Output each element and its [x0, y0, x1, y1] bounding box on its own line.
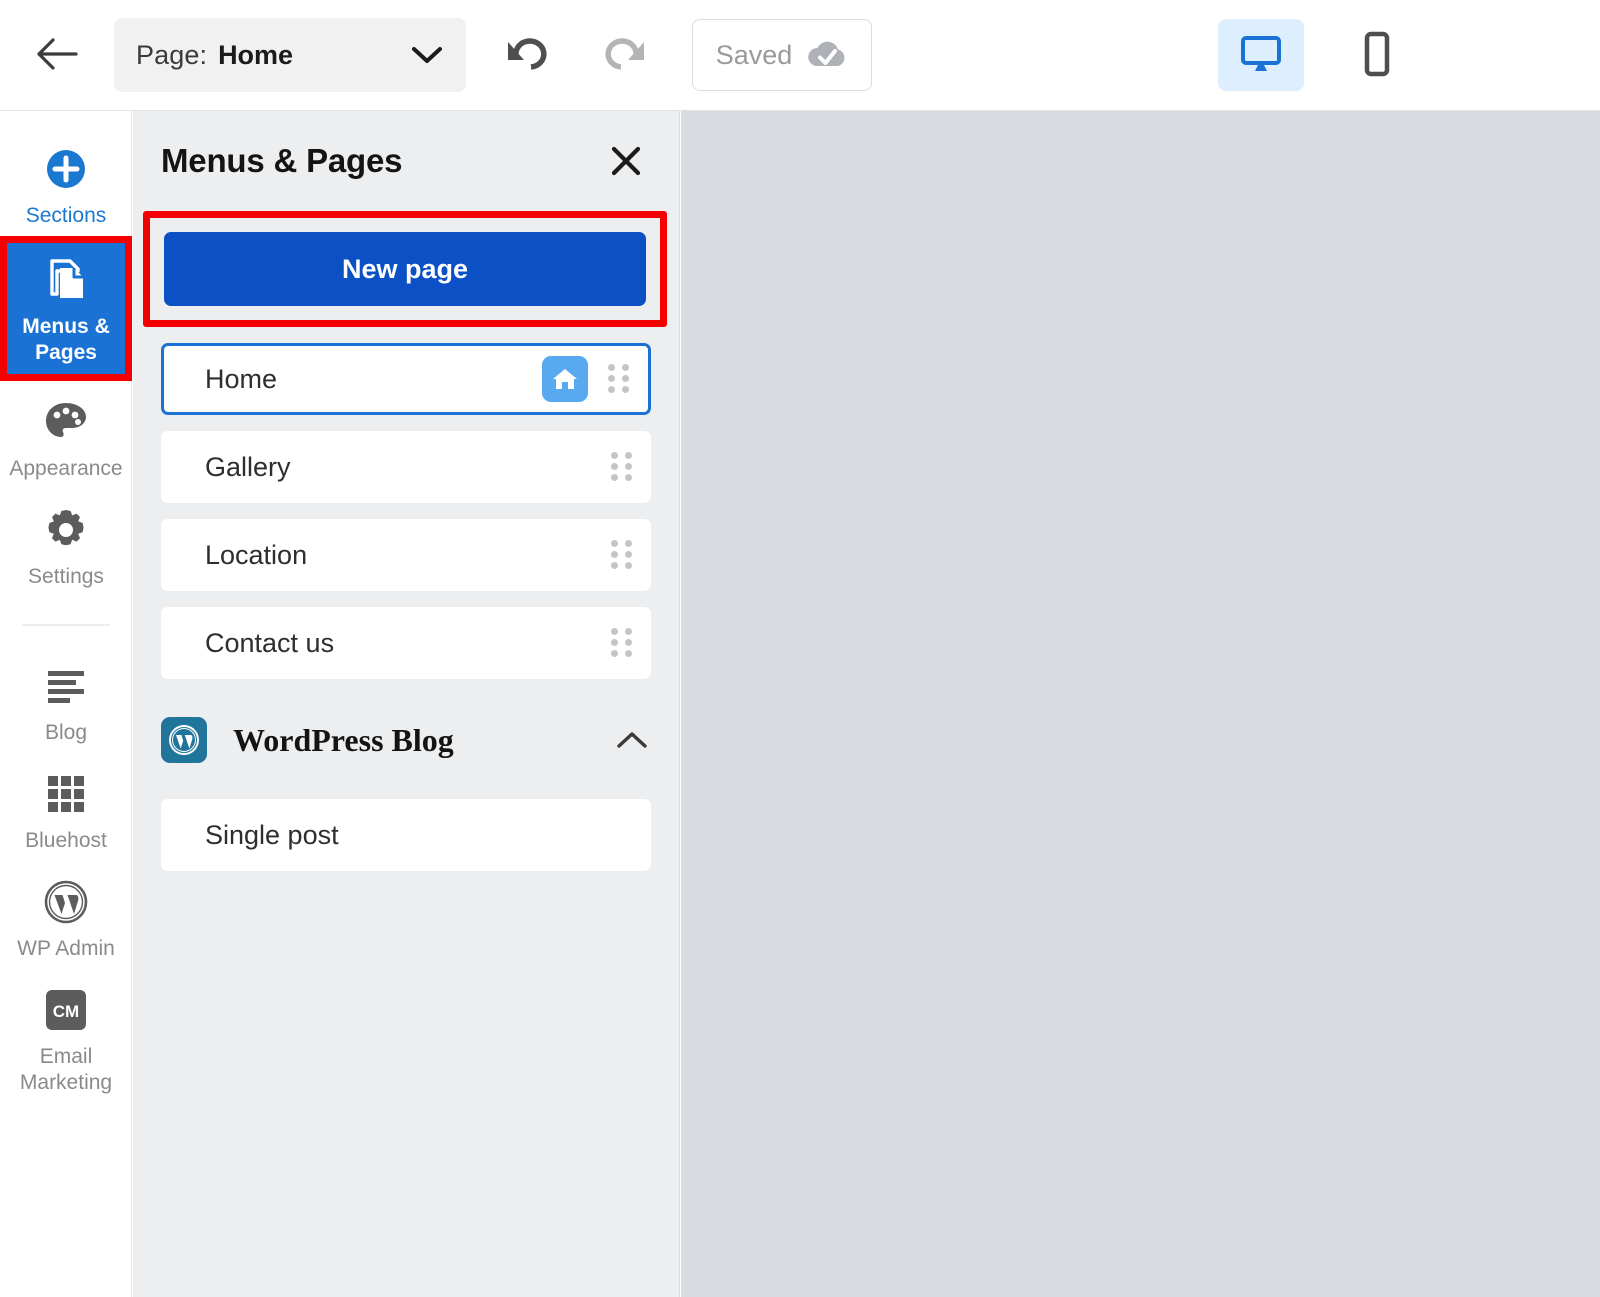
page-row-label: Home	[205, 364, 277, 395]
plus-circle-icon	[42, 141, 90, 197]
redo-button[interactable]	[594, 24, 656, 86]
wordpress-blog-items: Single post	[133, 783, 679, 871]
mobile-icon	[1361, 31, 1393, 80]
page-row-actions	[609, 628, 635, 658]
sidebar-item-appearance[interactable]: Appearance	[0, 384, 132, 492]
close-icon[interactable]	[605, 140, 647, 182]
list-item[interactable]: Gallery	[161, 431, 651, 503]
palette-icon	[42, 394, 90, 450]
device-preview-switch	[1218, 19, 1420, 91]
sidebar-item-sections[interactable]: Sections	[0, 131, 132, 239]
mobile-view-button[interactable]	[1334, 19, 1420, 91]
annotation-box-menus-pages: Menus & Pages	[0, 236, 132, 381]
undo-button[interactable]	[496, 24, 558, 86]
page-selector[interactable]: Page: Home	[114, 18, 466, 92]
back-button[interactable]	[26, 24, 88, 86]
page-row-actions	[609, 540, 635, 570]
wordpress-icon	[42, 874, 90, 930]
grid-squares-icon	[44, 766, 88, 822]
preview-canvas[interactable]	[681, 111, 1600, 1297]
cm-badge-icon: CM	[42, 982, 90, 1038]
menus-and-pages-panel: Menus & Pages New page Home	[133, 111, 680, 1297]
sidebar-item-label: Blog	[45, 720, 87, 746]
sidebar-item-menus-pages[interactable]: Menus & Pages	[7, 243, 125, 374]
page-row-label: Single post	[205, 820, 339, 851]
chevron-up-icon[interactable]	[615, 729, 649, 751]
sidebar-item-label: Settings	[28, 564, 104, 590]
page-selector-value: Home	[218, 40, 293, 71]
home-icon[interactable]	[542, 356, 588, 402]
arrow-left-icon	[35, 35, 79, 76]
panel-header: Menus & Pages	[133, 111, 679, 211]
page-row-label: Location	[205, 540, 307, 571]
sidebar-item-wp-admin[interactable]: WP Admin	[0, 864, 132, 972]
saved-label: Saved	[716, 40, 793, 71]
page-row-label: Gallery	[205, 452, 291, 483]
sidebar-item-bluehost[interactable]: Bluehost	[0, 756, 132, 864]
sidebar-item-label: Appearance	[9, 456, 122, 482]
pages-icon	[40, 252, 92, 308]
page-title: Menus & Pages	[161, 142, 402, 180]
cloud-check-icon	[806, 38, 848, 73]
sidebar-item-label: Email Marketing	[4, 1044, 128, 1096]
list-item[interactable]: Location	[161, 519, 651, 591]
drag-handle-icon[interactable]	[609, 540, 635, 570]
wordpress-icon	[161, 717, 207, 763]
wordpress-blog-group-header[interactable]: WordPress Blog	[133, 695, 679, 783]
list-item[interactable]: Contact us	[161, 607, 651, 679]
new-page-button[interactable]: New page	[164, 232, 646, 306]
redo-icon	[602, 34, 648, 77]
svg-text:CM: CM	[53, 1002, 79, 1021]
sidebar-item-label: Menus & Pages	[7, 314, 125, 366]
desktop-view-button[interactable]	[1218, 19, 1304, 91]
sidebar-item-settings[interactable]: Settings	[0, 492, 132, 600]
drag-handle-icon[interactable]	[609, 628, 635, 658]
drag-handle-icon[interactable]	[606, 364, 632, 394]
list-item[interactable]: Home	[161, 343, 651, 415]
page-list: Home Gallery Location	[133, 327, 679, 679]
sidebar-item-label: Bluehost	[25, 828, 107, 854]
page-row-label: Contact us	[205, 628, 334, 659]
gear-icon	[43, 502, 89, 558]
sidebar-item-email-marketing[interactable]: CM Email Marketing	[0, 972, 132, 1106]
rail-divider	[22, 624, 110, 626]
desktop-icon	[1238, 33, 1284, 78]
page-row-actions	[542, 356, 632, 402]
undo-icon	[504, 34, 550, 77]
wordpress-blog-group-title: WordPress Blog	[233, 722, 454, 759]
list-item[interactable]: Single post	[161, 799, 651, 871]
page-row-actions	[609, 452, 635, 482]
drag-handle-icon[interactable]	[609, 452, 635, 482]
list-lines-icon	[43, 658, 89, 714]
annotation-box-new-page: New page	[143, 211, 667, 327]
sidebar-item-label: Sections	[26, 203, 107, 229]
chevron-down-icon	[410, 44, 444, 66]
sidebar-item-blog[interactable]: Blog	[0, 648, 132, 756]
sidebar-item-label: WP Admin	[17, 936, 115, 962]
top-toolbar: Page: Home Saved	[0, 0, 1600, 111]
saved-status-button[interactable]: Saved	[692, 19, 872, 91]
page-selector-label: Page:	[136, 40, 207, 71]
